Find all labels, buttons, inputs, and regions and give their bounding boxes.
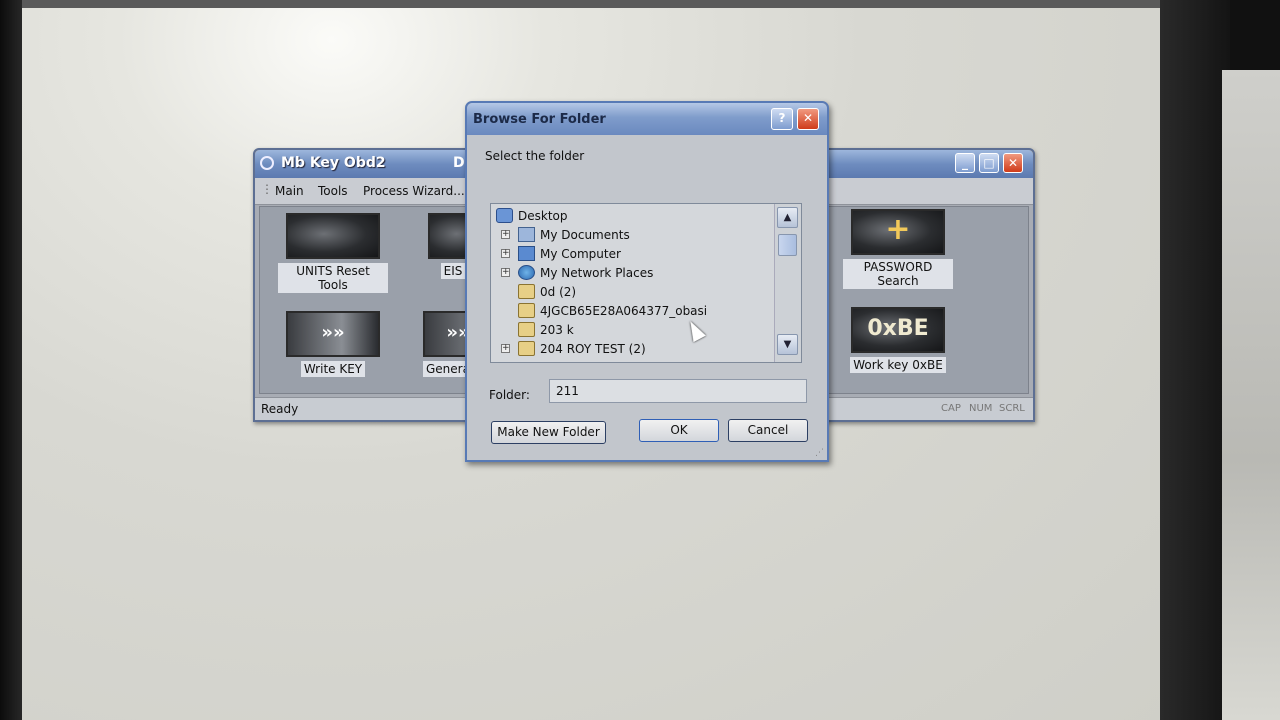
folder-icon xyxy=(518,341,535,356)
chip-arrow-icon: »» xyxy=(286,311,380,357)
tool-label: EIS xyxy=(440,263,466,279)
folder-icon xyxy=(518,303,535,318)
monitor-bezel-left xyxy=(0,0,24,720)
monitor-top-edge xyxy=(22,0,1172,8)
menu-process-wizard[interactable]: Process Wizard... xyxy=(363,184,465,198)
desktop-icon xyxy=(496,208,513,223)
help-button[interactable]: ? xyxy=(771,108,793,130)
documents-icon xyxy=(518,227,535,242)
expand-icon[interactable]: + xyxy=(501,344,510,353)
dialog-close-button[interactable]: ✕ xyxy=(797,108,819,130)
resize-grip-icon[interactable]: ⋰ xyxy=(815,448,824,458)
folder-icon xyxy=(518,322,535,337)
tool-label: Work key 0xBE xyxy=(850,357,946,373)
scroll-thumb[interactable] xyxy=(778,234,797,256)
password-search-button[interactable]: + PASSWORD Search xyxy=(843,209,953,289)
main-close-button[interactable]: ✕ xyxy=(1003,153,1023,173)
menu-main[interactable]: Main xyxy=(275,184,304,198)
folder-icon xyxy=(518,284,535,299)
background-desk xyxy=(1222,70,1280,720)
tree-scrollbar[interactable]: ▲ ▼ xyxy=(774,204,801,362)
status-text: Ready xyxy=(261,402,299,416)
dialog-titlebar[interactable]: Browse For Folder ? ✕ xyxy=(467,103,827,135)
tree-item-label: 204 ROY TEST (2) xyxy=(540,342,646,356)
tree-item-label: 0d (2) xyxy=(540,285,577,299)
ok-button[interactable]: OK xyxy=(639,419,719,442)
tool-label: Write KEY xyxy=(300,361,366,377)
cap-indicator: CAP xyxy=(941,403,961,414)
steering-wheel-icon xyxy=(286,213,380,259)
tree-item-label: My Documents xyxy=(540,228,630,242)
maximize-button[interactable]: □ xyxy=(979,153,999,173)
main-window-title-fragment: D xyxy=(453,155,465,171)
main-window-title: Mb Key Obd2 xyxy=(281,155,386,171)
folder-tree[interactable]: Desktop + My Documents + My Computer + M… xyxy=(490,203,802,363)
monitor-bezel-right xyxy=(1160,0,1230,720)
tool-label: PASSWORD Search xyxy=(843,259,953,289)
menu-tools[interactable]: Tools xyxy=(318,184,348,198)
maximize-icon: □ xyxy=(983,156,995,170)
dialog-prompt: Select the folder xyxy=(485,149,585,163)
menu-grip-icon: ⋮ xyxy=(261,182,273,196)
scroll-down-button[interactable]: ▼ xyxy=(777,334,798,355)
network-icon xyxy=(518,265,535,280)
browse-for-folder-dialog: Browse For Folder ? ✕ Select the folder … xyxy=(465,101,829,462)
folder-label: Folder: xyxy=(489,388,530,402)
mercedes-logo-icon xyxy=(260,156,274,170)
help-icon: ? xyxy=(778,111,786,125)
close-icon: ✕ xyxy=(1007,156,1019,170)
num-indicator: NUM xyxy=(969,403,993,414)
tree-item-label: My Computer xyxy=(540,247,621,261)
make-new-folder-button[interactable]: Make New Folder xyxy=(491,421,606,444)
scroll-up-button[interactable]: ▲ xyxy=(777,207,798,228)
expand-icon[interactable]: + xyxy=(501,268,510,277)
write-key-button[interactable]: »» Write KEY xyxy=(278,311,388,377)
work-key-0xbe-button[interactable]: 0xBE Work key 0xBE xyxy=(843,307,953,373)
cancel-button[interactable]: Cancel xyxy=(728,419,808,442)
expand-icon[interactable]: + xyxy=(501,230,510,239)
units-reset-tools-button[interactable]: UNITS Reset Tools xyxy=(278,213,388,293)
chevron-up-icon: ▲ xyxy=(783,212,792,223)
tree-item-label: Desktop xyxy=(518,209,568,223)
expand-icon[interactable]: + xyxy=(501,249,510,258)
close-icon: ✕ xyxy=(802,111,814,125)
tree-item-label: 203 k xyxy=(540,323,574,337)
chevron-down-icon: ▼ xyxy=(783,339,792,350)
tool-label: UNITS Reset Tools xyxy=(278,263,388,293)
minimize-button[interactable]: _ xyxy=(955,153,975,173)
scrl-indicator: SCRL xyxy=(999,403,1025,414)
tree-item-label: 4JGCB65E28A064377_obasi xyxy=(540,304,708,318)
tree-item-label: My Network Places xyxy=(540,266,654,280)
computer-icon xyxy=(518,246,535,261)
dialog-title: Browse For Folder xyxy=(473,112,606,127)
key-plus-icon: + xyxy=(851,209,945,255)
work-key-icon: 0xBE xyxy=(851,307,945,353)
minimize-icon: _ xyxy=(962,156,968,170)
folder-input[interactable] xyxy=(549,379,807,403)
